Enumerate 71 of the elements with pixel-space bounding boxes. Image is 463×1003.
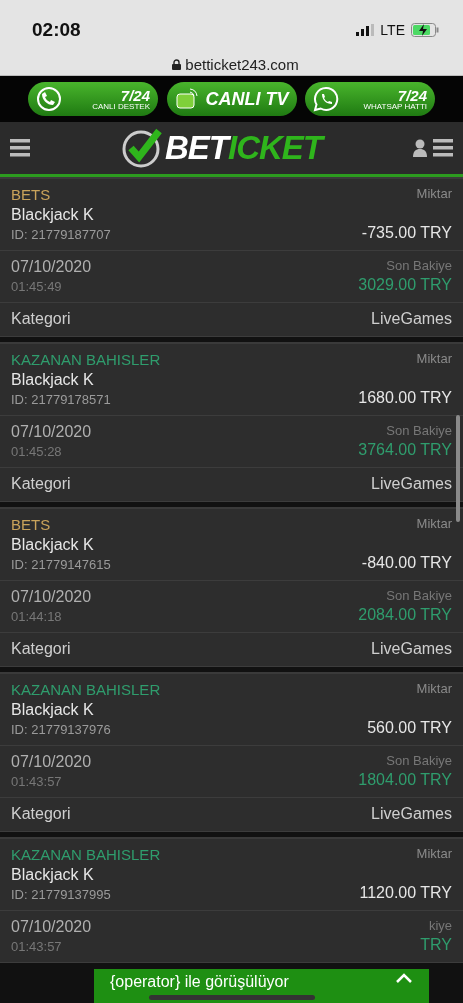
url-text[interactable]: betticket243.com	[185, 56, 299, 73]
chat-status-text: {operator} ile görüşülüyor	[110, 973, 289, 991]
transaction-time: 01:43:57	[11, 939, 62, 954]
transaction-id: ID: 21779147615	[11, 557, 111, 572]
checkmark-circle-icon	[121, 127, 163, 169]
balance-value: 3029.00 TRY	[358, 276, 452, 294]
balance-label: kiye	[428, 918, 452, 933]
transaction-date: 07/10/2020	[11, 588, 92, 606]
amount-label: Miktar	[416, 846, 452, 861]
game-name: Blackjack K	[11, 701, 94, 719]
category-label: Kategori	[11, 805, 71, 823]
amount-value: 560.00 TRY	[367, 719, 452, 737]
transaction-date: 07/10/2020	[11, 918, 92, 936]
promo-button[interactable]: 7/24 WHATSAP HATTI	[305, 82, 435, 116]
game-name: Blackjack K	[11, 371, 94, 389]
tv-icon	[174, 87, 199, 111]
transaction-date: 07/10/2020	[11, 753, 92, 771]
balance-value: TRY	[420, 936, 452, 954]
balance-label: Son Bakiye	[386, 258, 452, 273]
battery-charging-icon	[411, 23, 439, 37]
game-name: Blackjack K	[11, 866, 94, 884]
category-label: Kategori	[11, 640, 71, 658]
menu-icon[interactable]	[10, 139, 30, 157]
category-value: LiveGames	[371, 475, 452, 493]
category-label: Kategori	[11, 475, 71, 493]
amount-value: 1680.00 TRY	[358, 389, 452, 407]
transaction-time: 01:43:57	[11, 774, 62, 789]
balance-label: Son Bakiye	[386, 588, 452, 603]
amount-value: 1120.00 TRY	[359, 884, 452, 902]
amount-value: -735.00 TRY	[361, 224, 452, 242]
category-label: Kategori	[11, 310, 71, 328]
transaction-time: 01:45:28	[11, 444, 62, 459]
transaction-type: KAZANAN BAHISLER	[11, 681, 161, 698]
balance-value: 3764.00 TRY	[358, 441, 452, 459]
transaction-date: 07/10/2020	[11, 423, 92, 441]
network-label: LTE	[380, 22, 405, 38]
amount-label: Miktar	[416, 351, 452, 366]
amount-label: Miktar	[416, 186, 452, 201]
amount-label: Miktar	[416, 516, 452, 531]
chevron-up-icon[interactable]	[395, 973, 413, 984]
game-name: Blackjack K	[11, 536, 94, 554]
transaction-type: KAZANAN BAHISLER	[11, 351, 161, 368]
transaction-time: 01:45:49	[11, 279, 62, 294]
balance-label: Son Bakiye	[386, 423, 452, 438]
balance-value: 2084.00 TRY	[358, 606, 452, 624]
category-value: LiveGames	[371, 640, 452, 658]
promo-button[interactable]: CANLI TV	[166, 82, 297, 116]
user-menu-icon[interactable]	[413, 139, 453, 157]
amount-value: -840.00 TRY	[361, 554, 452, 572]
amount-label: Miktar	[416, 681, 452, 696]
chat-bar[interactable]: {operator} ile görüşülüyor	[94, 969, 429, 1003]
chat-phone-icon	[313, 86, 339, 112]
transaction-id: ID: 21779137995	[11, 887, 111, 902]
category-value: LiveGames	[371, 805, 452, 823]
signal-icon	[356, 24, 375, 36]
transaction-type: BETS	[11, 516, 51, 533]
lock-icon	[172, 59, 182, 70]
transaction-id: ID: 21779137976	[11, 722, 111, 737]
clock-time: 02:08	[32, 19, 81, 41]
balance-label: Son Bakiye	[386, 753, 452, 768]
transaction-type: BETS	[11, 186, 51, 203]
transaction-id: ID: 21779178571	[11, 392, 111, 407]
transaction-id: ID: 21779187707	[11, 227, 111, 242]
category-value: LiveGames	[371, 310, 452, 328]
balance-value: 1804.00 TRY	[358, 771, 452, 789]
transaction-date: 07/10/2020	[11, 258, 92, 276]
transaction-type: KAZANAN BAHISLER	[11, 846, 161, 863]
game-name: Blackjack K	[11, 206, 94, 224]
phone-24-icon	[36, 86, 62, 112]
promo-button[interactable]: 7/24 CANLI DESTEK	[28, 82, 158, 116]
transaction-time: 01:44:18	[11, 609, 62, 624]
